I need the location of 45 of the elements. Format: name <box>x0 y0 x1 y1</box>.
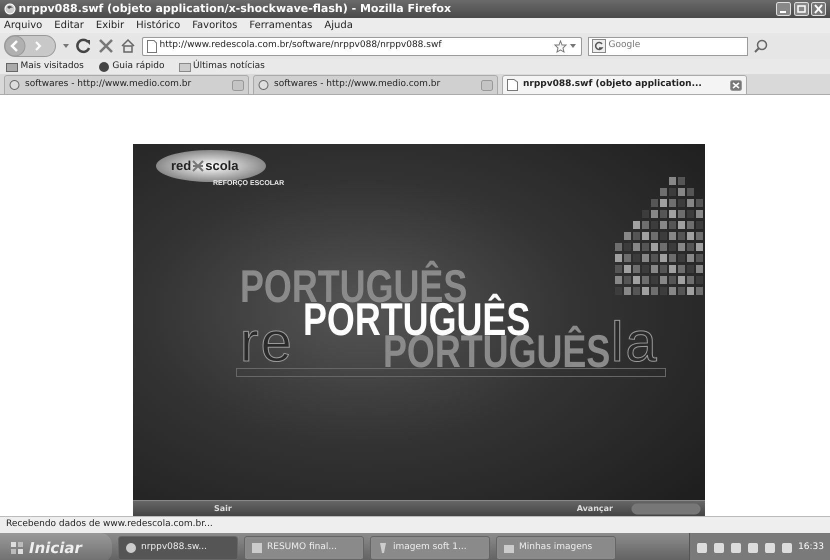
reload-icon[interactable] <box>76 38 92 54</box>
logo-text: red <box>171 157 192 175</box>
star-icon[interactable] <box>554 40 566 52</box>
dropdown-icon[interactable] <box>569 42 577 50</box>
bookmark-link[interactable]: Últimas notícias <box>193 60 265 74</box>
page-icon <box>507 79 518 91</box>
dropdown-icon[interactable] <box>62 42 70 50</box>
browser-tab[interactable]: nrppv088.swf (objeto application... <box>502 75 747 94</box>
search-engine-icon[interactable] <box>592 39 606 53</box>
logo-text: scola <box>205 157 238 175</box>
menu-item[interactable]: Exibir <box>96 18 124 33</box>
menu-item[interactable]: Ajuda <box>324 18 353 33</box>
maximize-icon[interactable] <box>794 2 808 16</box>
menu-item[interactable]: Histórico <box>136 18 180 33</box>
windows-flag-icon <box>10 541 24 555</box>
folder-icon <box>6 60 18 72</box>
home-icon[interactable] <box>120 38 136 54</box>
folder-icon <box>503 542 515 554</box>
back-forward-icon[interactable] <box>4 35 56 57</box>
exit-button[interactable]: Sair <box>208 502 238 514</box>
bookmark-link[interactable]: Guia rápido <box>112 60 165 74</box>
menu-item[interactable]: Editar <box>54 18 84 33</box>
bookmark-link[interactable]: Mais visitados <box>20 60 84 74</box>
browser-tab[interactable]: softwares - http://www.medio.com.br <box>253 75 498 94</box>
menu-item[interactable]: Favoritos <box>192 18 238 33</box>
menu-item[interactable]: Arquivo <box>4 18 42 33</box>
next-button[interactable]: Avançar <box>570 502 619 514</box>
outline-text: la <box>611 314 659 370</box>
minimize-icon[interactable] <box>776 2 791 16</box>
search-bar[interactable]: Google <box>588 36 748 56</box>
outline-text: re <box>240 314 294 370</box>
address-field[interactable]: http://www.redescola.com.br/software/nrppv088/nrppv088.swf <box>160 39 551 53</box>
document-icon <box>251 542 263 554</box>
search-field[interactable]: Google <box>608 39 744 53</box>
menu-item[interactable]: Ferramentas <box>249 18 312 33</box>
taskbar-button[interactable]: nrppv088.sw... <box>118 536 238 560</box>
status-text: Recebendo dados de www.redescola.com.br... <box>6 518 213 532</box>
logo-mark-icon <box>191 158 206 173</box>
page-icon <box>147 40 157 52</box>
site-pill <box>631 502 701 514</box>
address-bar[interactable]: http://www.redescola.com.br/software/nrppv088/nrppv088.swf <box>142 36 582 56</box>
window-title: nrppv088.swf (objeto application/x-shockwave-flash) - Mozilla Firefox <box>18 0 452 17</box>
browser-tab[interactable]: softwares - http://www.medio.com.br <box>4 75 249 94</box>
stop-icon[interactable] <box>98 38 114 54</box>
clock-text: 16:33 <box>798 541 824 554</box>
